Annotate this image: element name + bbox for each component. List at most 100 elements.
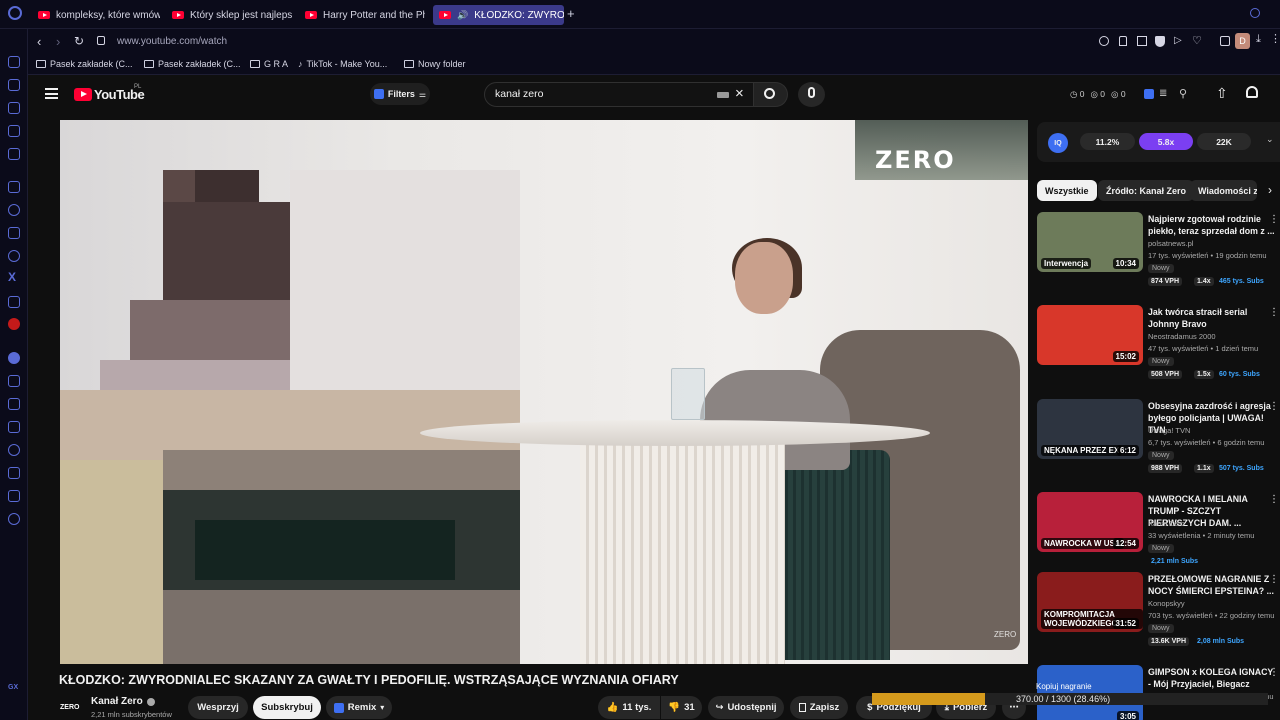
search-input[interactable]: kanał zero	[495, 88, 543, 100]
lock-icon[interactable]	[97, 36, 105, 45]
recommendation-card[interactable]: 15:02 Jak twórca stracił serial Johnny Br…	[1037, 305, 1280, 390]
keyboard-icon[interactable]	[717, 92, 729, 98]
extension-pill-percent[interactable]: 11.2%	[1080, 133, 1135, 150]
downloads-icon[interactable]	[8, 467, 20, 479]
recommendation-title[interactable]: GIMPSON x KOLEGA IGNACY - Mój Przyjaciel…	[1148, 666, 1276, 690]
shield-icon[interactable]	[1155, 36, 1165, 47]
more-options-icon[interactable]: ⋮	[1269, 307, 1279, 318]
channel-avatar[interactable]: ZERO	[60, 697, 84, 717]
clear-search-icon[interactable]: ×	[735, 85, 744, 102]
telegram-icon[interactable]	[8, 250, 20, 262]
clock-counter[interactable]: ◷ 0	[1070, 89, 1085, 100]
twitch-icon[interactable]	[8, 181, 20, 193]
reload-icon[interactable]: ↻	[74, 34, 84, 48]
bookmark-folder[interactable]: Nowy folder	[404, 59, 466, 69]
sidebar-app-icon[interactable]	[8, 125, 20, 137]
sidebar-app-icon[interactable]	[8, 148, 20, 160]
new-tab-button[interactable]: +	[567, 6, 575, 21]
back-icon[interactable]: ‹	[37, 34, 41, 49]
eye-counter[interactable]: ◎ 0	[1091, 89, 1106, 100]
recommendation-card[interactable]: KOMPROMITACJA WOJEWÓDZKIEGO 31:52 PRZEŁOMO…	[1037, 572, 1280, 657]
dislike-button[interactable]: 👎 31	[661, 696, 702, 719]
app-badge-icon[interactable]	[8, 318, 20, 330]
pin-icon[interactable]	[1119, 36, 1127, 46]
video-thumbnail[interactable]: KOMPROMITACJA WOJEWÓDZKIEGO 31:52	[1037, 572, 1143, 632]
more-options-icon[interactable]: ⋮	[1269, 574, 1279, 585]
video-thumbnail[interactable]: Interwencja 10:34	[1037, 212, 1143, 272]
video-thumbnail[interactable]: 15:02	[1037, 305, 1143, 365]
browser-logo-icon[interactable]	[8, 6, 22, 20]
voice-search-button[interactable]	[798, 82, 825, 107]
recommendation-channel[interactable]: Uwaga! TVN	[1148, 426, 1190, 435]
instagram-icon[interactable]	[8, 227, 20, 239]
x-icon[interactable]: X	[8, 270, 16, 284]
upload-icon[interactable]: ⇧	[1216, 85, 1228, 102]
url-text[interactable]: www.youtube.com/watch	[117, 36, 227, 47]
video-thumbnail[interactable]: NAWROCKA W USA 12:54	[1037, 492, 1143, 552]
chip-news[interactable]: Wiadomości z	[1190, 180, 1257, 201]
player-icon[interactable]	[8, 375, 20, 387]
extension-puzzle-icon[interactable]: ⚲	[1179, 87, 1187, 100]
bookmark-folder[interactable]: Pasek zakładek (C...	[144, 59, 241, 69]
video-thumbnail[interactable]: NĘKANA PRZEZ EX 6:12	[1037, 399, 1143, 459]
zoom-icon[interactable]	[1099, 36, 1109, 46]
bookmark-folder[interactable]: Pasek zakładek (C...	[36, 59, 133, 69]
forward-icon[interactable]: ›	[56, 34, 60, 49]
chat-icon[interactable]	[8, 352, 20, 364]
download-icon[interactable]: ⤓	[1256, 33, 1261, 46]
messenger-icon[interactable]	[8, 204, 20, 216]
tab-0[interactable]: kompleksy, które wmówiły	[32, 5, 160, 25]
extension-pill-multiplier[interactable]: 5.8x	[1139, 133, 1193, 150]
recommendation-card[interactable]: NĘKANA PRZEZ EX 6:12 Obsesyjna zazdrość i …	[1037, 399, 1280, 484]
bookmark-tiktok[interactable]: ♪ TikTok - Make You...	[298, 59, 387, 69]
recommendation-title[interactable]: Jak twórca stracił serial Johnny Bravo	[1148, 306, 1276, 330]
sidebar-app-icon[interactable]	[8, 79, 20, 91]
extensions-icon[interactable]	[8, 490, 20, 502]
screenshot-icon[interactable]	[1137, 36, 1147, 46]
subscribe-button[interactable]: Subskrybuj	[253, 696, 321, 719]
video-player[interactable]: ZERO ZERO	[60, 120, 1028, 664]
recommendation-card[interactable]: NAWROCKA W USA 12:54 NAWROCKA I MELANIA TR…	[1037, 492, 1280, 577]
tab-3-active[interactable]: 🔊 KŁODZKO: ZWYRODN	[433, 5, 564, 25]
tab-1[interactable]: Który sklep jest najlepszy	[166, 5, 292, 25]
chips-next-icon[interactable]: ›	[1268, 183, 1272, 197]
search-button[interactable]	[754, 82, 788, 107]
profile-avatar[interactable]: D	[1235, 33, 1250, 49]
recommendation-channel[interactable]: polsatnews.pl	[1148, 239, 1193, 248]
search-box[interactable]: kanał zero ×	[484, 82, 754, 107]
recommendation-title[interactable]: Najpierw zgotował rodzinie piekło, teraz…	[1148, 213, 1276, 237]
search-tabs-icon[interactable]	[1250, 8, 1260, 18]
sidebar-app-icon[interactable]	[8, 56, 20, 68]
heart-icon[interactable]: ♡	[1192, 34, 1202, 47]
bookmark-folder[interactable]: G R A	[250, 59, 288, 69]
favorites-icon[interactable]	[8, 398, 20, 410]
tab-2[interactable]: Harry Potter and the Philo	[299, 5, 425, 25]
filters-button[interactable]: Filters ⚌	[370, 83, 430, 105]
iq-extension-logo[interactable]: IQ	[1048, 133, 1068, 153]
like-button[interactable]: 👍 11 tys.	[598, 696, 660, 719]
recommendation-channel[interactable]: Konopskyy	[1148, 599, 1185, 608]
sidebar-app-icon[interactable]	[8, 102, 20, 114]
discord-icon[interactable]	[8, 296, 20, 308]
chevron-down-icon[interactable]: ⌄	[1266, 134, 1274, 145]
gx-icon[interactable]: GX	[8, 684, 18, 691]
history-icon[interactable]	[8, 444, 20, 456]
more-options-icon[interactable]: ⋮	[1269, 401, 1279, 412]
recommendation-card[interactable]: Interwencja 10:34 Najpierw zgotował rodzin…	[1037, 212, 1280, 297]
view-counter[interactable]: ◎ 0	[1111, 89, 1126, 100]
list-icon[interactable]: ≣	[1159, 88, 1167, 99]
recommendation-title[interactable]: PRZEŁOMOWE NAGRANIE Z NOCY ŚMIERCI EPSTE…	[1148, 573, 1276, 597]
iq-extension-icon[interactable]	[1144, 89, 1154, 99]
settings-icon[interactable]	[8, 513, 20, 525]
menu-dots-icon[interactable]: ⋮	[1270, 32, 1280, 45]
support-button[interactable]: Wesprzyj	[188, 696, 248, 719]
recommendation-channel[interactable]: Neostradamus 2000	[1148, 332, 1216, 341]
more-options-icon[interactable]: ⋮	[1269, 667, 1279, 678]
more-options-icon[interactable]: ⋮	[1269, 494, 1279, 505]
recommendation-channel[interactable]: Kanał Zero	[1148, 519, 1185, 528]
channel-name[interactable]: Kanał Zero	[91, 696, 155, 707]
extension-pill-count[interactable]: 22K	[1197, 133, 1251, 150]
save-button[interactable]: Zapisz	[790, 696, 848, 719]
wallet-icon[interactable]	[8, 421, 20, 433]
remix-button[interactable]: Remix ▾	[326, 696, 392, 719]
